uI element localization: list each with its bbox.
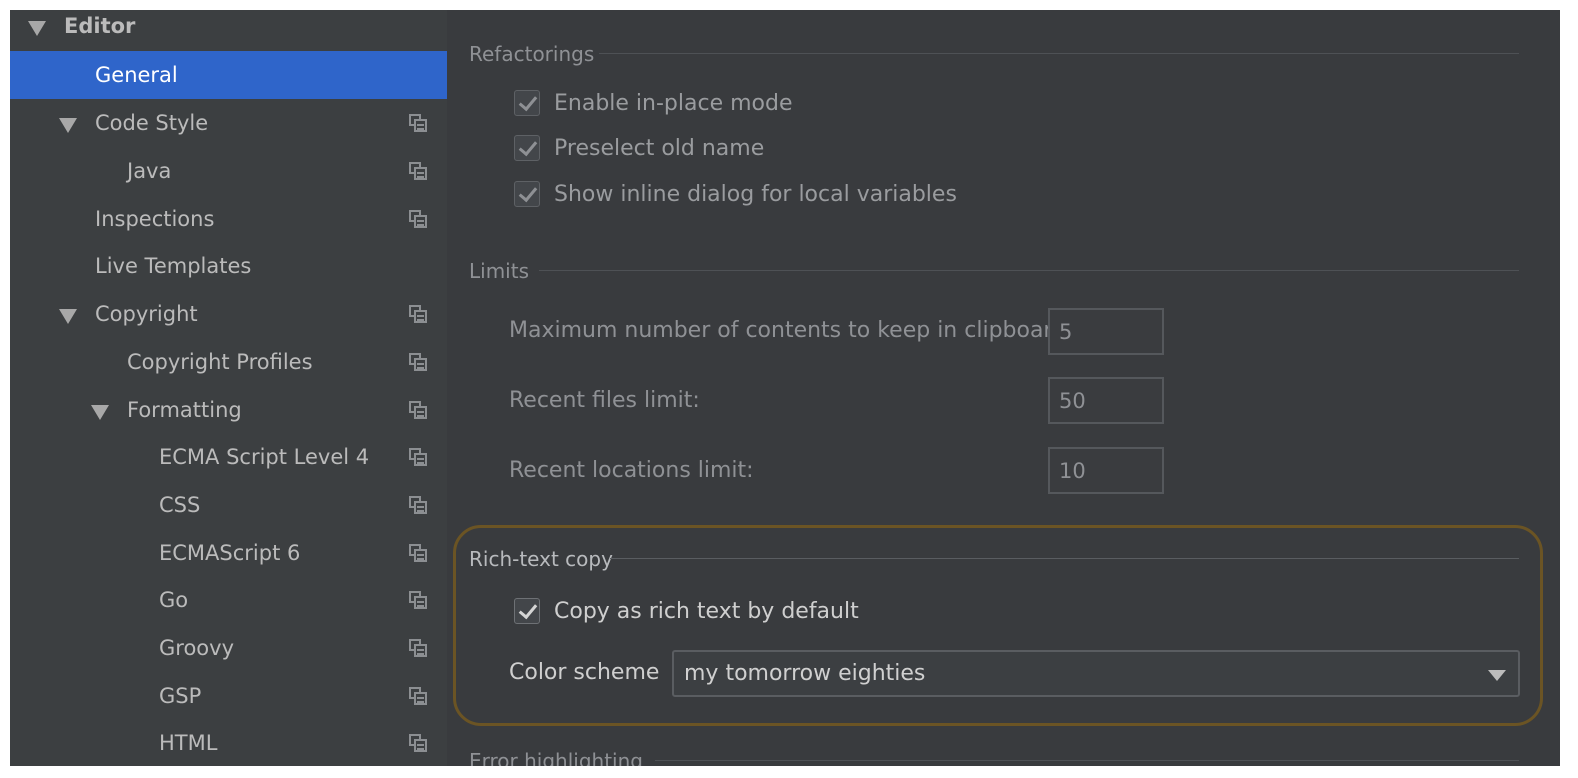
expand-arrow-icon[interactable] — [28, 21, 46, 36]
tree-item-general[interactable]: General — [10, 51, 447, 99]
project-settings-icon — [409, 734, 427, 752]
project-settings-icon — [409, 639, 427, 657]
recent-files-limit-input[interactable]: 50 — [1048, 377, 1164, 424]
tree-item-label: Live Templates — [95, 254, 252, 278]
section-divider — [655, 760, 1519, 761]
chevron-down-icon[interactable] — [1488, 670, 1506, 681]
project-settings-icon — [409, 591, 427, 609]
checkbox-check-icon[interactable] — [514, 135, 540, 161]
tree-item-java[interactable]: Java — [10, 147, 447, 195]
section-divider — [599, 53, 1519, 54]
tree-item-label: CSS — [159, 493, 201, 517]
clipboard-limit-label: Maximum number of contents to keep in cl… — [509, 318, 1074, 343]
recent-locations-limit-label: Recent locations limit: — [509, 458, 754, 483]
tree-item-code-style[interactable]: Code Style — [10, 99, 447, 147]
tree-item-live-templates[interactable]: Live Templates — [10, 242, 447, 290]
tree-item-formatting[interactable]: Formatting — [10, 386, 447, 434]
tree-item-label: General — [95, 63, 178, 87]
checkbox-check-icon[interactable] — [514, 181, 540, 207]
tree-item-groovy[interactable]: Groovy — [10, 624, 447, 672]
tree-item-label: Java — [127, 159, 172, 183]
recent-locations-limit-input[interactable]: 10 — [1048, 447, 1164, 494]
project-settings-icon — [409, 544, 427, 562]
tree-item-copyright-profiles[interactable]: Copyright Profiles — [10, 338, 447, 386]
project-settings-icon — [409, 210, 427, 228]
project-settings-icon — [409, 353, 427, 371]
tree-item-label: Go — [159, 588, 189, 612]
checkbox-label: Preselect old name — [554, 135, 765, 161]
project-settings-icon — [409, 687, 427, 705]
settings-window: Editor General Code Style Java Inspectio… — [10, 10, 1560, 766]
project-settings-icon — [409, 305, 427, 323]
color-scheme-label: Color scheme — [509, 660, 660, 685]
enable-in-place-mode-checkbox[interactable]: Enable in-place mode — [514, 90, 793, 116]
project-settings-icon — [409, 401, 427, 419]
tree-item-label: ECMA Script Level 4 — [159, 445, 370, 469]
color-scheme-dropdown[interactable]: my tomorrow eighties — [672, 650, 1520, 697]
section-divider — [539, 270, 1519, 271]
project-settings-icon — [409, 114, 427, 132]
project-settings-icon — [409, 162, 427, 180]
tree-item-label: Copyright Profiles — [127, 350, 313, 374]
tree-item-label: Code Style — [95, 111, 209, 135]
tree-item-label: Groovy — [159, 636, 234, 660]
tree-item-gsp[interactable]: GSP — [10, 672, 447, 720]
section-title-rich-text-copy: Rich-text copy — [469, 547, 613, 571]
tree-item-label: Formatting — [127, 398, 242, 422]
tree-item-label: GSP — [159, 684, 202, 708]
preselect-old-name-checkbox[interactable]: Preselect old name — [514, 135, 764, 161]
project-settings-icon — [409, 496, 427, 514]
tree-item-ecma-script-level-4[interactable]: ECMA Script Level 4 — [10, 433, 447, 481]
tree-item-label: Inspections — [95, 207, 215, 231]
tree-item-inspections[interactable]: Inspections — [10, 195, 447, 243]
show-inline-dialog-checkbox[interactable]: Show inline dialog for local variables — [514, 181, 957, 207]
copy-as-rich-text-checkbox[interactable]: Copy as rich text by default — [514, 598, 859, 624]
tree-item-copyright[interactable]: Copyright — [10, 290, 447, 338]
tree-item-css[interactable]: CSS — [10, 481, 447, 529]
tree-item-label: Editor — [64, 14, 136, 38]
clipboard-limit-input[interactable]: 5 — [1048, 308, 1164, 355]
section-divider — [610, 558, 1519, 559]
checkbox-check-icon[interactable] — [514, 90, 540, 116]
tree-item-editor[interactable]: Editor — [10, 10, 447, 50]
checkbox-label: Enable in-place mode — [554, 90, 793, 116]
tree-item-html[interactable]: HTML — [10, 719, 447, 766]
expand-arrow-icon[interactable] — [91, 405, 109, 420]
tree-item-label: Copyright — [95, 302, 198, 326]
general-settings-panel: Refactorings Enable in-place mode Presel… — [447, 10, 1560, 766]
checkbox-label: Copy as rich text by default — [554, 598, 859, 624]
settings-tree: Editor General Code Style Java Inspectio… — [10, 10, 447, 766]
section-title-refactorings: Refactorings — [469, 42, 595, 66]
checkbox-check-icon[interactable] — [514, 598, 540, 624]
tree-item-label: ECMAScript 6 — [159, 541, 301, 565]
project-settings-icon — [409, 448, 427, 466]
color-scheme-value: my tomorrow eighties — [684, 661, 926, 686]
expand-arrow-icon[interactable] — [59, 309, 77, 324]
section-title-limits: Limits — [469, 259, 529, 283]
section-title-error-highlighting: Error highlighting — [469, 749, 643, 766]
expand-arrow-icon[interactable] — [59, 118, 77, 133]
tree-item-go[interactable]: Go — [10, 576, 447, 624]
recent-files-limit-label: Recent files limit: — [509, 388, 700, 413]
tree-item-ecmascript-6[interactable]: ECMAScript 6 — [10, 529, 447, 577]
tree-item-label: HTML — [159, 731, 218, 755]
checkbox-label: Show inline dialog for local variables — [554, 181, 957, 207]
